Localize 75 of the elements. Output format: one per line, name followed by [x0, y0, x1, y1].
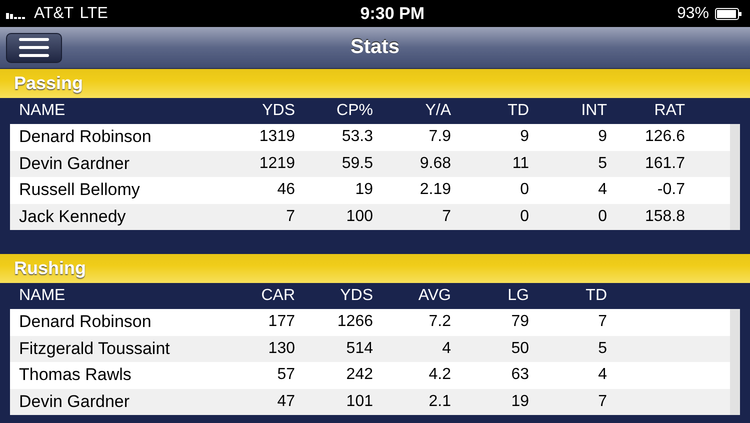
- table-cell-text: 177: [267, 313, 295, 332]
- table-cell-text: 9.68: [418, 154, 451, 173]
- column-header: YDS: [261, 102, 295, 120]
- table-cell-text: 1266: [336, 313, 373, 332]
- table-cell-text: 161.7: [644, 154, 685, 173]
- table-cell-text: 0: [597, 208, 607, 226]
- column-header: NAME: [18, 102, 66, 120]
- table-cell-text: 2.19: [418, 181, 451, 200]
- column-header: TD: [506, 102, 529, 120]
- table-cell-text: 158.8: [644, 208, 685, 226]
- table-cell-text: 2.1: [428, 392, 451, 411]
- table-cell-text: 59.5: [340, 154, 373, 173]
- table-cell-text: 57: [276, 366, 295, 384]
- table-cell-text: 4: [597, 181, 607, 200]
- menu-icon: [19, 38, 49, 57]
- table-cell-text: -0.7: [656, 181, 685, 200]
- table-cell-text: 0: [519, 181, 529, 200]
- table-cell-text: 9: [597, 128, 607, 146]
- table-cell-text: 7.2: [428, 313, 451, 332]
- table-cell-text: Fitzgerald Toussaint: [18, 338, 171, 359]
- table-cell-text: 19: [354, 181, 373, 200]
- table-cell-text: 9: [519, 128, 529, 146]
- table-cell-text: 47: [276, 392, 295, 411]
- table-cell-text: 7: [597, 313, 607, 332]
- battery-percent: 93%: [676, 4, 709, 22]
- column-header: LG: [506, 287, 529, 305]
- table-cell-text: 50: [510, 340, 529, 358]
- column-header: RAT: [653, 102, 685, 120]
- table-cell-text: Jack Kennedy: [18, 206, 127, 227]
- table-cell-text: 7: [597, 392, 607, 411]
- table-cell-text: 11: [511, 154, 529, 173]
- column-header: AVG: [417, 287, 451, 305]
- table-cell-text: 5: [597, 340, 607, 358]
- table-cell-text: 19: [510, 392, 529, 411]
- table-cell-text: Devin Gardner: [18, 154, 131, 174]
- table-cell-text: 46: [276, 181, 295, 200]
- status-time: 9:30 PM: [360, 4, 425, 24]
- table-cell-text: Thomas Rawls: [18, 365, 132, 386]
- column-header: Y/A: [424, 102, 451, 120]
- table-cell-text: 0: [519, 208, 529, 226]
- table-cell-text: 514: [345, 340, 373, 358]
- table-cell-text: 4: [441, 340, 451, 358]
- table-cell-text: 63: [510, 366, 529, 384]
- table-cell-text: 79: [510, 313, 529, 332]
- table-cell-text: Devin Gardner: [18, 392, 131, 412]
- section-title: Rushing: [14, 258, 86, 279]
- column-header: NAME: [18, 287, 66, 305]
- table-cell-text: 100: [345, 208, 373, 226]
- table-cell-text: 130: [267, 340, 295, 358]
- table-cell-text: 5: [597, 154, 607, 173]
- nav-title: Stats: [350, 36, 400, 59]
- table-cell-text: 126.6: [644, 128, 685, 146]
- table-cell-text: Russell Bellomy: [18, 180, 141, 200]
- network-label: LTE: [80, 4, 108, 22]
- table-cell-text: 1319: [258, 128, 295, 146]
- column-header: INT: [580, 102, 607, 120]
- table-cell-text: 4.2: [428, 366, 451, 384]
- table-cell-text: 1219: [258, 154, 295, 173]
- table-cell-text: 7: [285, 208, 295, 226]
- table-cell-text: 7.9: [428, 128, 451, 146]
- menu-button[interactable]: [6, 32, 62, 62]
- table-cell-text: 53.3: [340, 128, 373, 146]
- column-header: CAR: [260, 287, 295, 305]
- table-cell-text: 101: [345, 392, 373, 411]
- table-cell-text: 242: [345, 366, 373, 384]
- column-header: TD: [584, 287, 607, 305]
- table-cell-text: 4: [597, 366, 607, 384]
- battery-icon: [714, 8, 742, 20]
- section-title: Passing: [14, 73, 84, 94]
- table-cell-text: Denard Robinson: [18, 312, 152, 332]
- table-cell-text: Denard Robinson: [18, 127, 152, 148]
- table-cell-text: 7: [441, 208, 451, 226]
- column-header: YDS: [339, 287, 373, 305]
- column-header: CP%: [336, 102, 373, 120]
- carrier-label: AT&T: [34, 4, 74, 22]
